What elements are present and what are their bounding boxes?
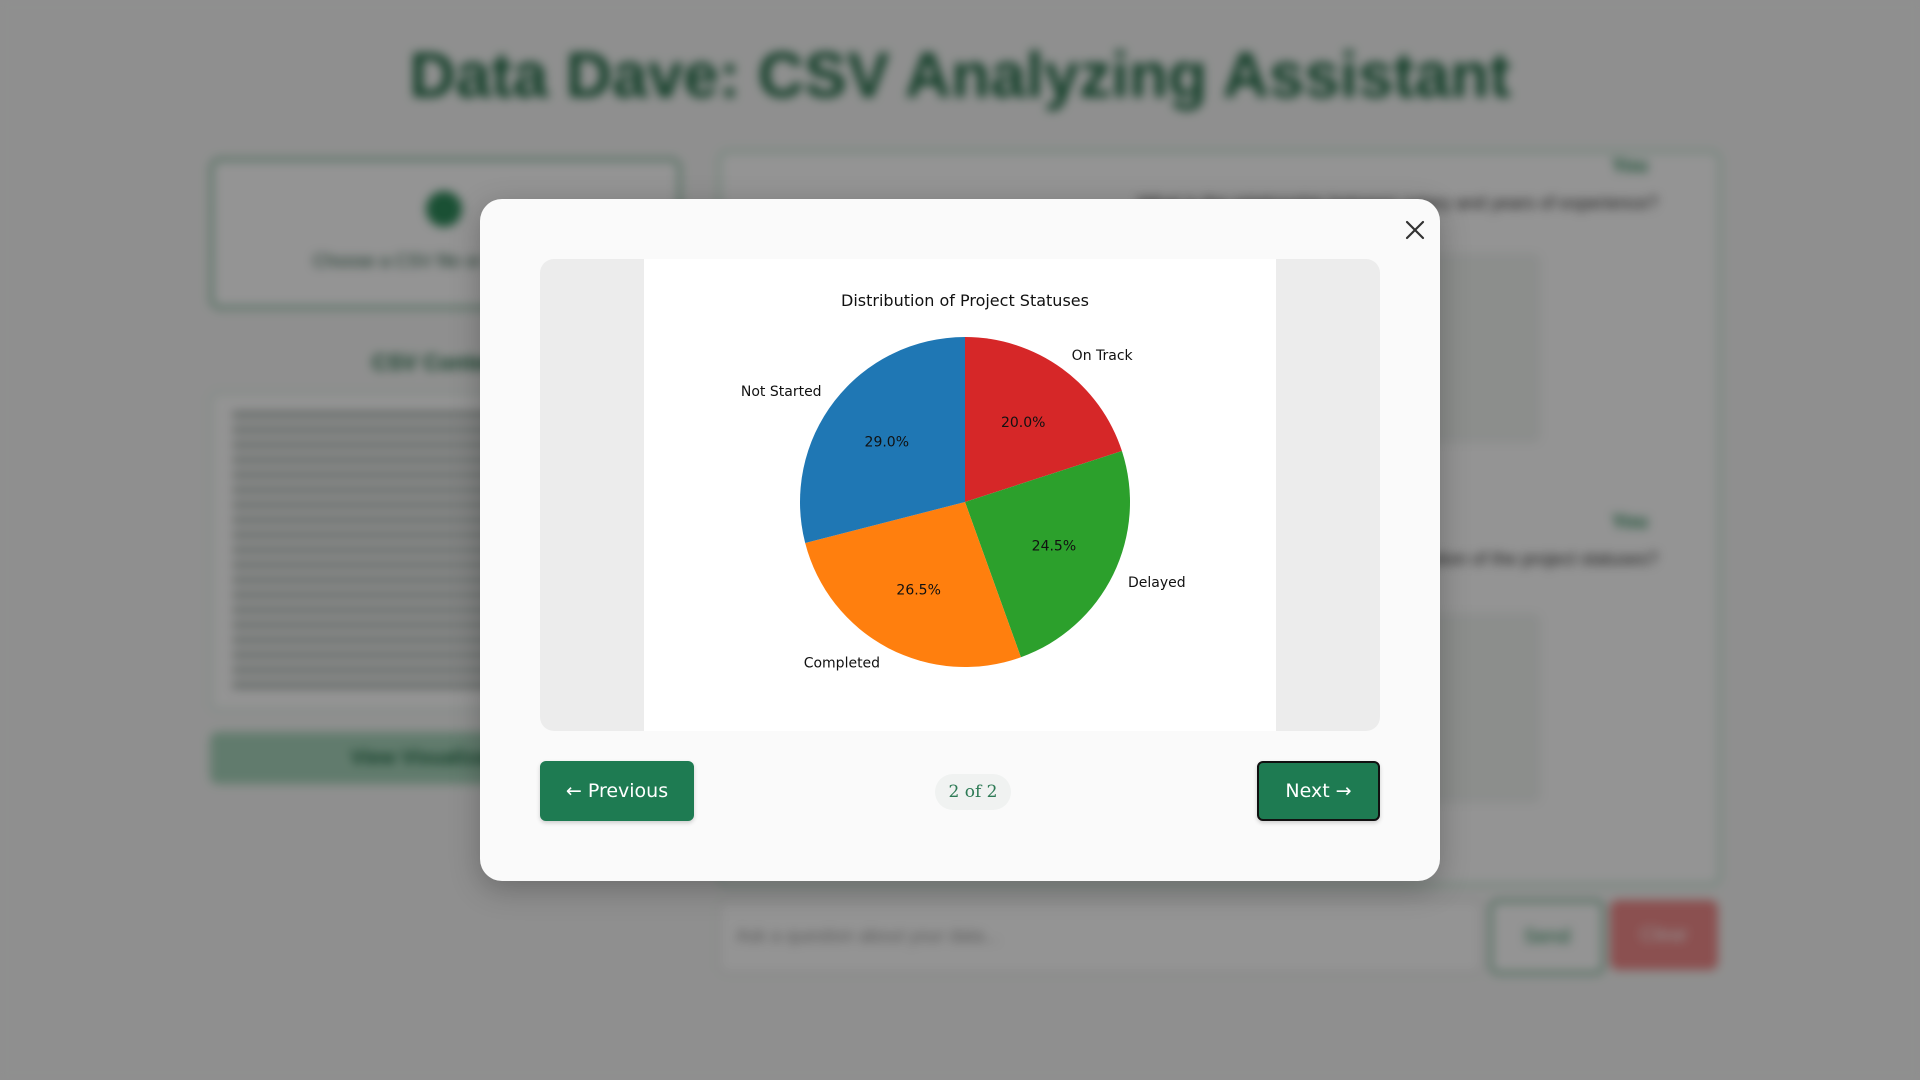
chart-image: Distribution of Project Statuses 20.0% On… [644,259,1276,731]
pie-category-label-on-track: On Track [1072,348,1134,364]
pie-chart: Distribution of Project Statuses 20.0% On… [741,291,1186,671]
page-indicator: 2 of 2 [935,774,1011,810]
previous-button[interactable]: ← Previous [540,761,694,821]
pie-category-label-completed: Completed [804,655,880,671]
chart-frame: Distribution of Project Statuses 20.0% On… [540,259,1380,731]
pie-pct-label-not-started: 29.0% [865,434,909,450]
pie-pct-label-delayed: 24.5% [1032,539,1076,555]
pie-category-label-not-started: Not Started [741,384,822,400]
pie-pct-label-on-track: 20.0% [1001,415,1045,431]
chart-title: Distribution of Project Statuses [841,291,1089,310]
close-button[interactable] [1398,213,1432,247]
pie-pct-label-completed: 26.5% [896,582,940,598]
visualization-modal: Distribution of Project Statuses 20.0% On… [480,199,1440,881]
next-button[interactable]: Next → [1257,761,1380,821]
close-icon [1405,220,1425,240]
pie-category-label-delayed: Delayed [1128,575,1186,591]
